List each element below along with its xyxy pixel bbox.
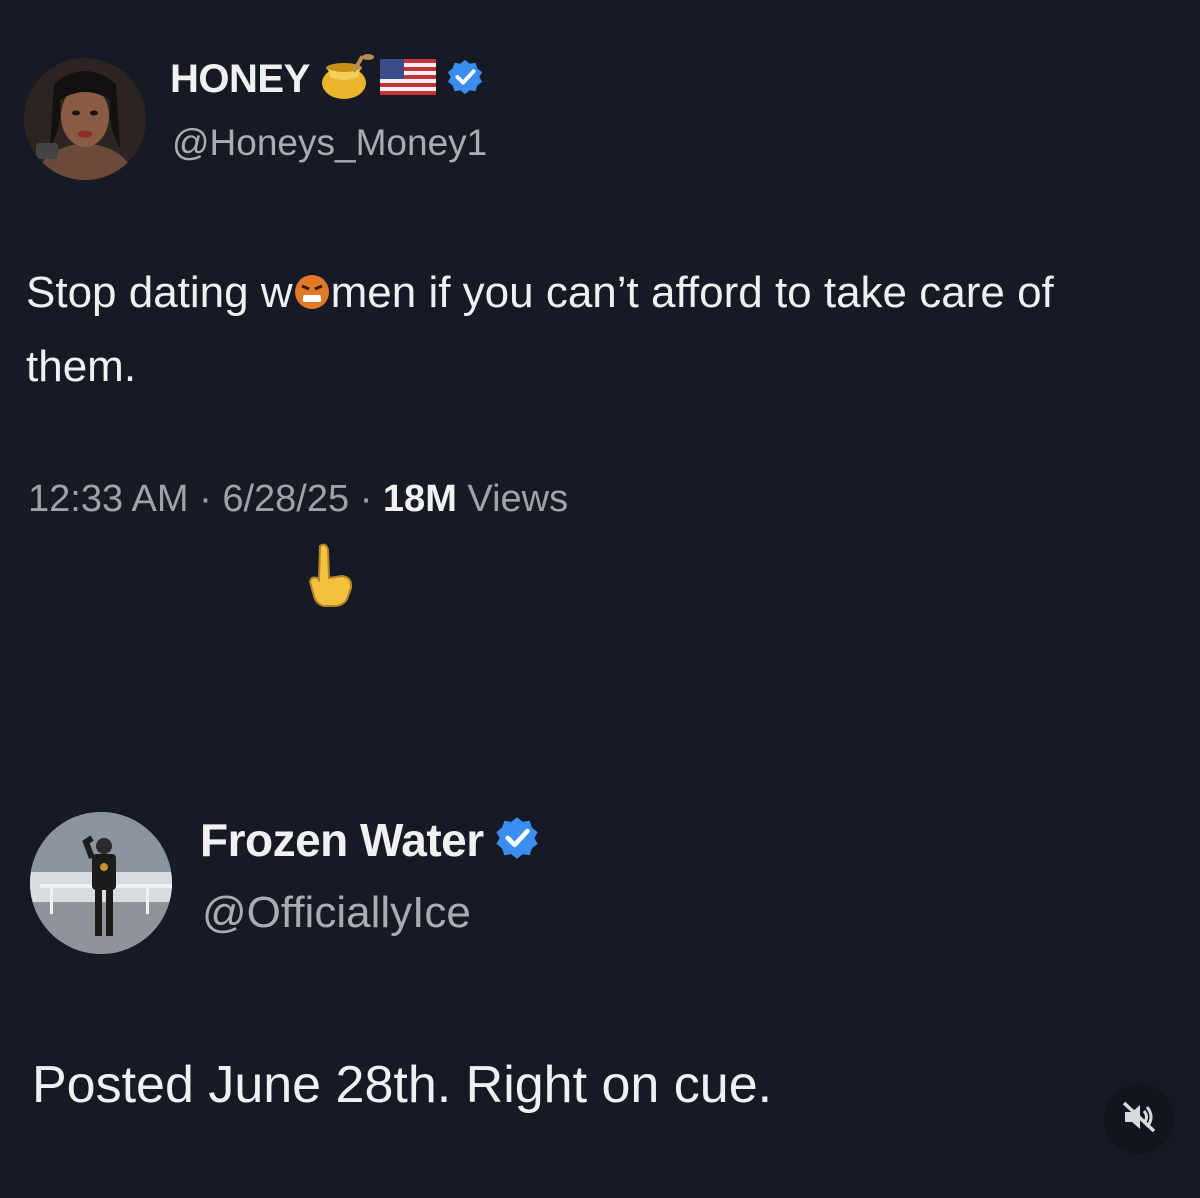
post-time[interactable]: 12:33 AM	[28, 478, 189, 520]
views-count: 18M	[382, 478, 457, 520]
display-name[interactable]: Frozen Water	[200, 813, 484, 867]
meta-separator: ·	[359, 478, 373, 520]
display-name[interactable]: HONEY	[170, 57, 310, 102]
ice-post: Frozen Water @OfficiallyIce Posted June …	[0, 790, 1200, 1198]
honey-post: HONEY @Honeys_Money1 Stop dating w men i…	[0, 0, 1200, 620]
post-text: Stop dating w men if you can’t afford to …	[26, 258, 1166, 402]
meta-separator: ·	[199, 478, 212, 520]
verified-badge-icon	[494, 815, 540, 866]
muted-speaker-icon	[1119, 1097, 1159, 1142]
honey-avatar[interactable]	[24, 58, 146, 180]
mute-button[interactable]	[1104, 1084, 1174, 1154]
handle[interactable]: @OfficiallyIce	[202, 888, 471, 938]
post-meta: 12:33 AM · 6/28/25 · 18M Views	[28, 478, 568, 521]
post-text-part-1: Stop dating w	[26, 268, 293, 317]
ice-avatar[interactable]	[30, 812, 172, 954]
post-text: Posted June 28th. Right on cue.	[32, 1056, 773, 1114]
handle[interactable]: @Honeys_Money1	[172, 122, 487, 164]
verified-badge-icon	[446, 58, 484, 101]
honey-pot-icon	[316, 53, 374, 106]
angry-face-icon	[293, 262, 331, 332]
post-date[interactable]: 6/28/25	[222, 478, 349, 520]
us-flag-icon	[379, 58, 436, 100]
views-label: Views	[467, 478, 569, 520]
pointing-down-icon	[304, 542, 356, 613]
honey-name-row: HONEY	[170, 53, 484, 106]
ice-name-row: Frozen Water	[200, 814, 540, 866]
